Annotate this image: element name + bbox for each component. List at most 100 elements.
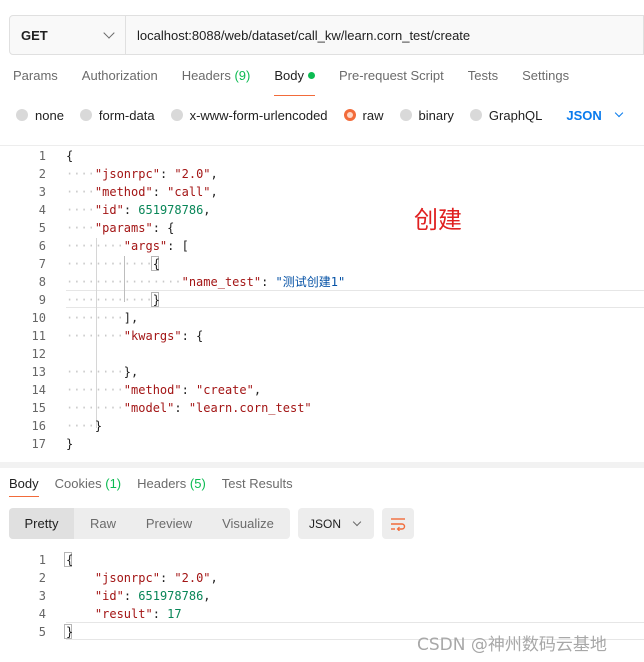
code-line: ····"method": "call", bbox=[66, 185, 218, 199]
tab-headers[interactable]: Headers (9) bbox=[182, 68, 251, 90]
code-line: ············} bbox=[66, 293, 160, 307]
tab-params[interactable]: Params bbox=[13, 68, 58, 90]
code-line: ····"id": 651978786, bbox=[66, 203, 211, 217]
tab-response-headers[interactable]: Headers (5) bbox=[137, 476, 206, 491]
line-number: 5 bbox=[38, 221, 46, 235]
tab-label: Tests bbox=[467, 68, 499, 83]
radio-none[interactable]: none bbox=[16, 108, 64, 123]
code-line: "result": 17 bbox=[94, 607, 182, 621]
body-format-select[interactable]: JSON bbox=[566, 107, 624, 123]
radio-label: GraphQL bbox=[488, 107, 543, 123]
code-line: } bbox=[66, 625, 74, 639]
line-number: 10 bbox=[31, 311, 46, 325]
line-number: 3 bbox=[38, 185, 46, 199]
radio-x-www-form-urlencoded[interactable]: x-www-form-urlencoded bbox=[170, 108, 328, 123]
line-number: 1 bbox=[38, 553, 46, 567]
chevron-down-icon bbox=[352, 517, 362, 526]
line-number: 17 bbox=[31, 437, 46, 451]
line-number: 12 bbox=[31, 347, 46, 361]
radio-icon bbox=[469, 109, 482, 121]
view-mode-segmented: Pretty Raw Preview Visualize bbox=[9, 508, 290, 539]
code-line: ········}, bbox=[66, 365, 139, 379]
code-line: ········"kwargs": { bbox=[66, 329, 204, 343]
code-line: { bbox=[66, 553, 74, 567]
view-raw[interactable]: Raw bbox=[74, 508, 132, 539]
tab-label: Pre-request Script bbox=[338, 68, 444, 83]
view-visualize[interactable]: Visualize bbox=[206, 508, 290, 539]
response-format-select[interactable]: JSON bbox=[298, 508, 374, 539]
tab-label: Params bbox=[13, 68, 58, 83]
code-line: "jsonrpc": "2.0", bbox=[94, 571, 218, 585]
radio-icon bbox=[79, 109, 92, 121]
line-number: 7 bbox=[38, 257, 46, 271]
tab-label: Cookies bbox=[54, 476, 102, 491]
line-number: 4 bbox=[38, 607, 46, 621]
tab-test-results[interactable]: Test Results bbox=[222, 476, 293, 491]
radio-icon bbox=[16, 109, 28, 121]
tab-label: Authorization bbox=[81, 68, 158, 83]
format-label: JSON bbox=[566, 107, 602, 123]
request-body-editor[interactable]: 1 { 2 ····"jsonrpc": "2.0", 3 ····"method":… bbox=[0, 145, 644, 461]
line-number: 4 bbox=[38, 203, 46, 217]
line-number: 1 bbox=[38, 149, 46, 163]
method-label: GET bbox=[21, 27, 48, 43]
code-line: ········], bbox=[66, 311, 139, 325]
code-line: "id": 651978786, bbox=[94, 589, 211, 603]
code-line: ········"model": "learn.corn_test" bbox=[66, 401, 312, 415]
headers-count: (9) bbox=[234, 68, 251, 83]
code-line: ············{ bbox=[66, 257, 160, 271]
body-type-group: none form-data x-www-form-urlencoded raw… bbox=[16, 106, 624, 124]
code-line: ········"method": "create", bbox=[66, 383, 262, 397]
radio-binary[interactable]: binary bbox=[399, 107, 454, 123]
radio-label: form-data bbox=[98, 107, 155, 123]
tab-label: Test Results bbox=[221, 476, 293, 491]
tab-label: Body bbox=[9, 476, 39, 491]
line-number: 6 bbox=[38, 239, 46, 253]
line-number: 8 bbox=[38, 275, 46, 289]
tab-authorization[interactable]: Authorization bbox=[82, 68, 158, 90]
radio-form-data[interactable]: form-data bbox=[79, 107, 155, 123]
tab-label: Settings bbox=[522, 68, 570, 83]
code-line: { bbox=[66, 149, 74, 163]
format-label: JSON bbox=[309, 516, 342, 531]
line-number: 11 bbox=[31, 329, 46, 343]
request-tabs: Params Authorization Headers (9) Body Pr… bbox=[13, 68, 593, 96]
annotation-text: 创建 bbox=[414, 206, 462, 234]
tab-label: Body bbox=[274, 68, 304, 83]
radio-label: binary bbox=[418, 107, 454, 123]
radio-label: none bbox=[35, 107, 64, 123]
line-number: 16 bbox=[31, 419, 46, 433]
radio-label: raw bbox=[362, 107, 384, 123]
code-line: ················"name_test": "测试创建1" bbox=[66, 275, 346, 289]
tab-pre-request-script[interactable]: Pre-request Script bbox=[339, 68, 444, 90]
radio-graphql[interactable]: GraphQL bbox=[469, 107, 543, 123]
headers-count: (5) bbox=[189, 476, 206, 491]
view-preview[interactable]: Preview bbox=[132, 508, 206, 539]
wrap-lines-button[interactable] bbox=[382, 508, 414, 539]
url-input[interactable]: localhost:8088/web/dataset/call_kw/learn… bbox=[126, 16, 643, 54]
code-line: ····"jsonrpc": "2.0", bbox=[66, 167, 218, 181]
status-dot-icon bbox=[307, 72, 315, 79]
radio-raw[interactable]: raw bbox=[343, 107, 384, 123]
pane-divider[interactable] bbox=[0, 462, 644, 468]
wrap-lines-icon bbox=[391, 517, 406, 531]
line-number: 9 bbox=[38, 293, 46, 307]
tab-settings[interactable]: Settings bbox=[522, 68, 569, 90]
view-pretty[interactable]: Pretty bbox=[9, 508, 74, 539]
tab-body[interactable]: Body bbox=[274, 68, 315, 96]
tab-tests[interactable]: Tests bbox=[468, 68, 498, 90]
line-number: 14 bbox=[31, 383, 46, 397]
watermark: CSDN @神州数码云基地 bbox=[417, 635, 607, 655]
tab-response-body[interactable]: Body bbox=[9, 476, 39, 497]
tab-cookies[interactable]: Cookies (1) bbox=[55, 476, 121, 491]
cookies-count: (1) bbox=[105, 476, 122, 491]
chevron-down-icon bbox=[614, 108, 624, 118]
tab-label: Headers bbox=[181, 68, 231, 83]
method-select[interactable]: GET bbox=[10, 16, 126, 54]
line-number: 3 bbox=[38, 589, 46, 603]
radio-icon bbox=[170, 109, 183, 121]
url-bar: GET localhost:8088/web/dataset/call_kw/l… bbox=[9, 15, 644, 55]
tab-label: Headers bbox=[137, 476, 187, 491]
radio-selected-icon bbox=[343, 109, 356, 121]
line-number: 5 bbox=[38, 625, 46, 639]
